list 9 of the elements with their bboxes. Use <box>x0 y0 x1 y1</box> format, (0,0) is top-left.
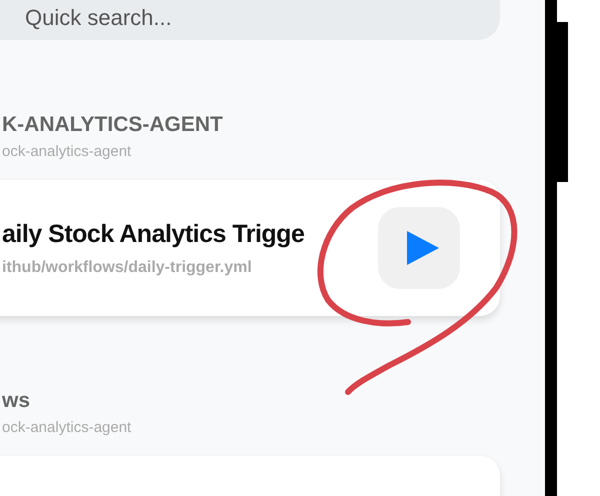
workflow-title: aily Stock Analytics Trigge <box>2 220 306 248</box>
section-title: K-ANALYTICS-AGENT <box>1 112 224 138</box>
play-icon <box>406 230 440 266</box>
workflow-path: ithub/workflows/daily-trigger.yml <box>2 258 253 276</box>
section-title: ws <box>1 388 32 414</box>
section-subtitle: ock-analytics-agent <box>1 418 132 438</box>
search-field[interactable]: Quick search... <box>0 0 500 40</box>
run-button[interactable] <box>378 207 460 289</box>
section-subtitle: ock-analytics-agent <box>1 142 132 162</box>
